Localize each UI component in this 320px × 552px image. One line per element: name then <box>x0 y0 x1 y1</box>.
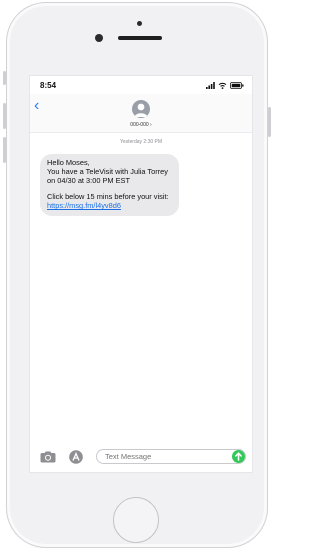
mute-switch <box>3 71 6 85</box>
wifi-icon <box>218 82 227 89</box>
power-button <box>268 107 271 137</box>
status-time: 8:54 <box>40 81 57 90</box>
status-icons <box>206 81 244 89</box>
camera-icon[interactable] <box>40 451 56 463</box>
message-link[interactable]: https://msg.fm/l4yv8d6 <box>47 201 121 210</box>
incoming-message-bubble: Hello Moses, You have a TeleVisit with J… <box>40 154 179 216</box>
volume-down-button <box>3 137 6 163</box>
volume-up-button <box>3 103 6 129</box>
proximity-sensor <box>137 21 142 26</box>
messages-screen: 8:54 ‹ 000-000 › Yesterday 2:30 PM Hello… <box>29 75 253 473</box>
message-composer <box>30 442 252 472</box>
contact-name[interactable]: 000-000 › <box>30 122 252 128</box>
message-timestamp: Yesterday 2:30 PM <box>119 139 163 145</box>
back-chevron-icon[interactable]: ‹ <box>34 98 39 114</box>
message-input[interactable] <box>96 449 246 464</box>
message-appointment: You have a TeleVisit with Julia Torrey o… <box>47 166 168 185</box>
contact-avatar-icon[interactable] <box>132 100 150 118</box>
signal-icon <box>206 81 215 89</box>
home-button[interactable] <box>113 497 159 543</box>
app-store-icon[interactable] <box>68 450 84 464</box>
status-bar: 8:54 <box>30 76 252 94</box>
battery-icon <box>230 81 244 89</box>
front-camera <box>95 34 103 42</box>
conversation-header: ‹ 000-000 › <box>30 94 252 133</box>
earpiece-speaker <box>118 36 162 40</box>
send-arrow-icon[interactable] <box>232 450 245 463</box>
